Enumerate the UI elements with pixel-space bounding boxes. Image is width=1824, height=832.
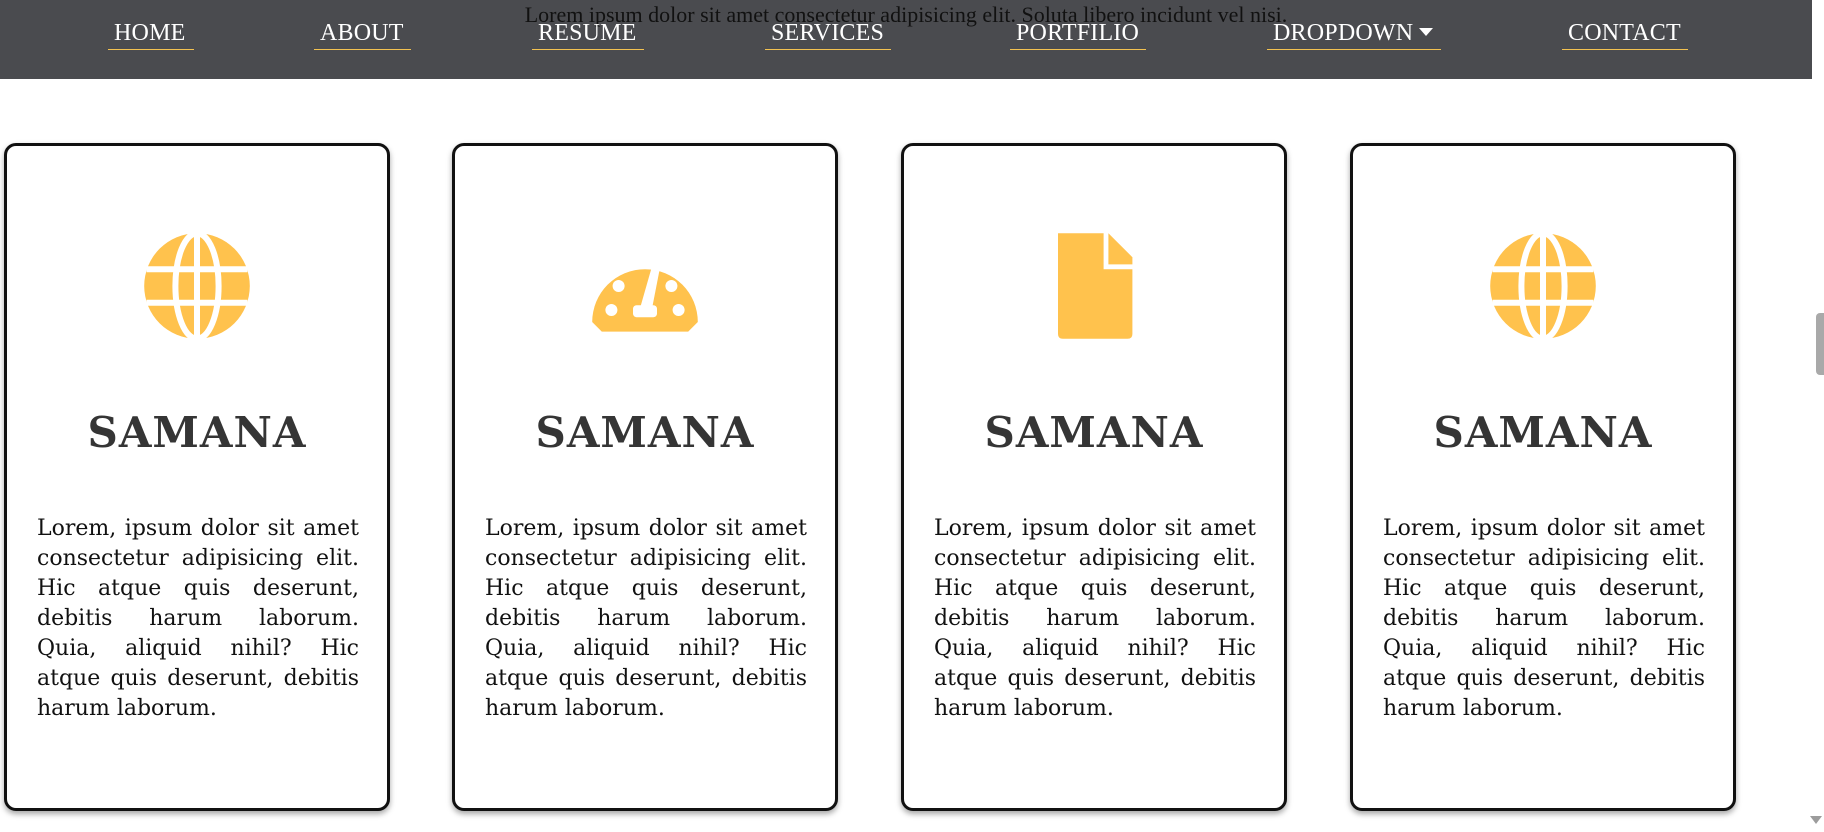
card-text: Lorem, ipsum dolor sit amet consectetur … [485, 516, 807, 721]
globe-icon [144, 230, 250, 342]
card-title: SAMANA [87, 408, 307, 457]
nav-link-label: HOME [114, 20, 186, 46]
nav-link-about[interactable]: ABOUT [314, 18, 411, 50]
nav-link-resume[interactable]: RESUME [532, 18, 644, 50]
nav-link-label: PORTFILIO [1016, 20, 1140, 46]
globe-icon [1490, 230, 1596, 342]
vertical-scrollbar-thumb[interactable] [1816, 313, 1824, 375]
nav-link-label: DROPDOWN [1273, 20, 1414, 46]
gauge-icon [592, 256, 698, 332]
caret-down-icon [1419, 28, 1434, 36]
nav-link-label: SERVICES [771, 20, 885, 46]
nav-link-home[interactable]: HOME [108, 18, 194, 50]
card-title: SAMANA [1433, 408, 1653, 457]
nav-link-label: ABOUT [320, 20, 404, 46]
card-title: SAMANA [984, 408, 1204, 457]
nav-link-dropdown[interactable]: DROPDOWN [1267, 18, 1441, 50]
service-card: SAMANA Lorem, ipsum dolor sit amet conse… [4, 143, 390, 811]
service-card: SAMANA Lorem, ipsum dolor sit amet conse… [452, 143, 838, 811]
scroll-down-arrow-icon[interactable] [1810, 816, 1822, 824]
nav-link-services[interactable]: SERVICES [765, 18, 891, 50]
card-text: Lorem, ipsum dolor sit amet consectetur … [934, 516, 1256, 721]
file-icon [1058, 233, 1133, 339]
card-text: Lorem, ipsum dolor sit amet consectetur … [37, 516, 359, 721]
service-card: SAMANA Lorem, ipsum dolor sit amet conse… [901, 143, 1287, 811]
top-navigation-bar: Lorem ipsum dolor sit amet consectetur a… [0, 0, 1812, 79]
card-title: SAMANA [535, 408, 755, 457]
card-text: Lorem, ipsum dolor sit amet consectetur … [1383, 516, 1705, 721]
nav-link-label: RESUME [538, 20, 637, 46]
service-card: SAMANA Lorem, ipsum dolor sit amet conse… [1350, 143, 1736, 811]
header-overlay-text: Lorem ipsum dolor sit amet consectetur a… [524, 2, 1288, 27]
nav-link-portfolio[interactable]: PORTFILIO [1010, 18, 1146, 50]
nav-link-label: CONTACT [1568, 20, 1681, 46]
nav-link-contact[interactable]: CONTACT [1562, 18, 1688, 50]
